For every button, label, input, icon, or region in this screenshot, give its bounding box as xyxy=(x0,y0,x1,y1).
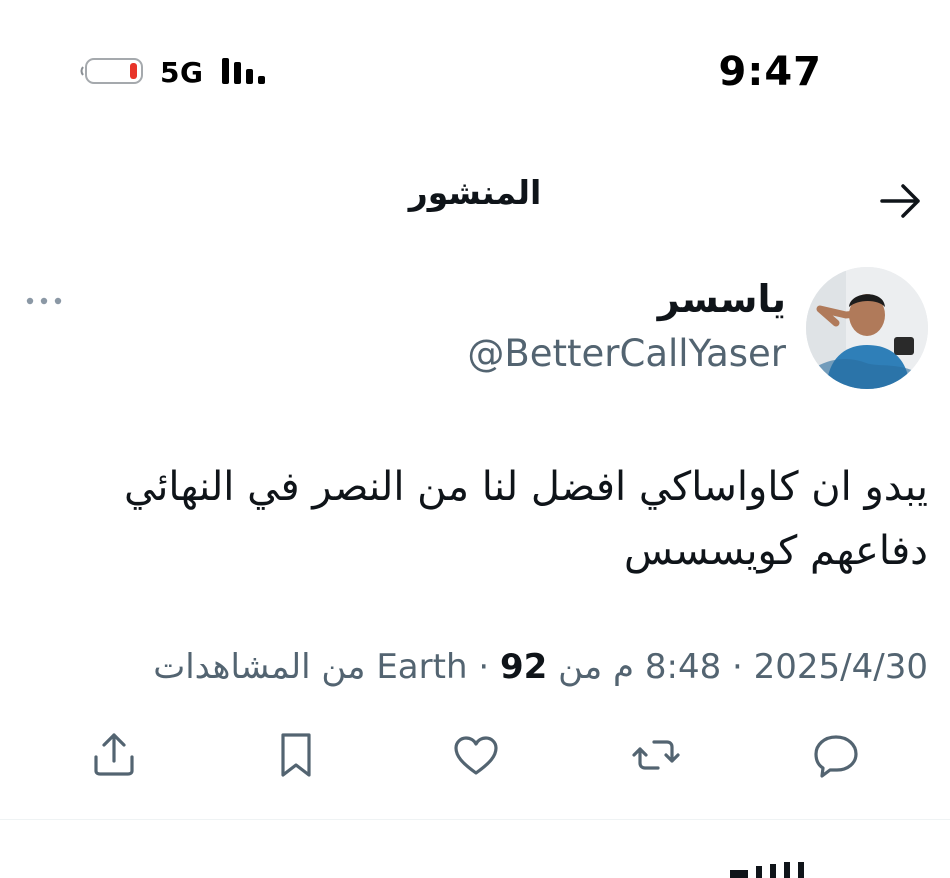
author-handle[interactable]: @BetterCallYaser xyxy=(467,329,786,379)
status-time: 9:47 xyxy=(718,49,822,95)
retweet-button[interactable] xyxy=(628,727,684,783)
views-label[interactable]: من المشاهدات xyxy=(153,647,365,687)
like-icon xyxy=(454,736,498,775)
divider xyxy=(0,819,950,820)
reply-icon xyxy=(814,735,858,778)
retweet-icon xyxy=(632,740,680,770)
post-text-line: يبدو ان كاواساكي افضل لنا من النصر في ال… xyxy=(123,464,928,510)
meta-separator: · xyxy=(478,647,490,687)
like-button[interactable] xyxy=(448,727,504,783)
arrow-right-icon[interactable] xyxy=(878,178,924,224)
post-time: 8:48 م xyxy=(613,647,722,687)
avatar[interactable] xyxy=(806,267,928,389)
bookmark-icon xyxy=(281,733,311,777)
author-display-name[interactable]: ياسسر xyxy=(658,273,786,325)
bookmark-button[interactable] xyxy=(268,727,324,783)
reply-button[interactable] xyxy=(808,727,864,783)
post-text: يبدو ان كاواساكي افضل لنا من النصر في ال… xyxy=(88,455,928,583)
post-date: 2025/4/30 xyxy=(753,647,928,687)
next-post-peek xyxy=(730,862,804,878)
page-title: المنشور xyxy=(408,173,542,212)
location-prefix: من xyxy=(558,647,603,687)
network-type: 5G xyxy=(160,56,204,89)
views-count: 92 xyxy=(499,647,548,687)
meta-separator: · xyxy=(732,647,743,687)
post-meta: 2025/4/30 · 8:48 م من Earth · 92 من المش… xyxy=(153,642,928,692)
post-text-line: دفاعهم كويسسس xyxy=(624,528,928,574)
share-icon xyxy=(94,733,134,776)
signal-strength-icon xyxy=(222,58,265,84)
share-button[interactable] xyxy=(86,727,142,783)
battery-icon xyxy=(80,58,143,84)
more-options-icon[interactable] xyxy=(24,286,64,316)
post-location: Earth xyxy=(376,647,468,687)
